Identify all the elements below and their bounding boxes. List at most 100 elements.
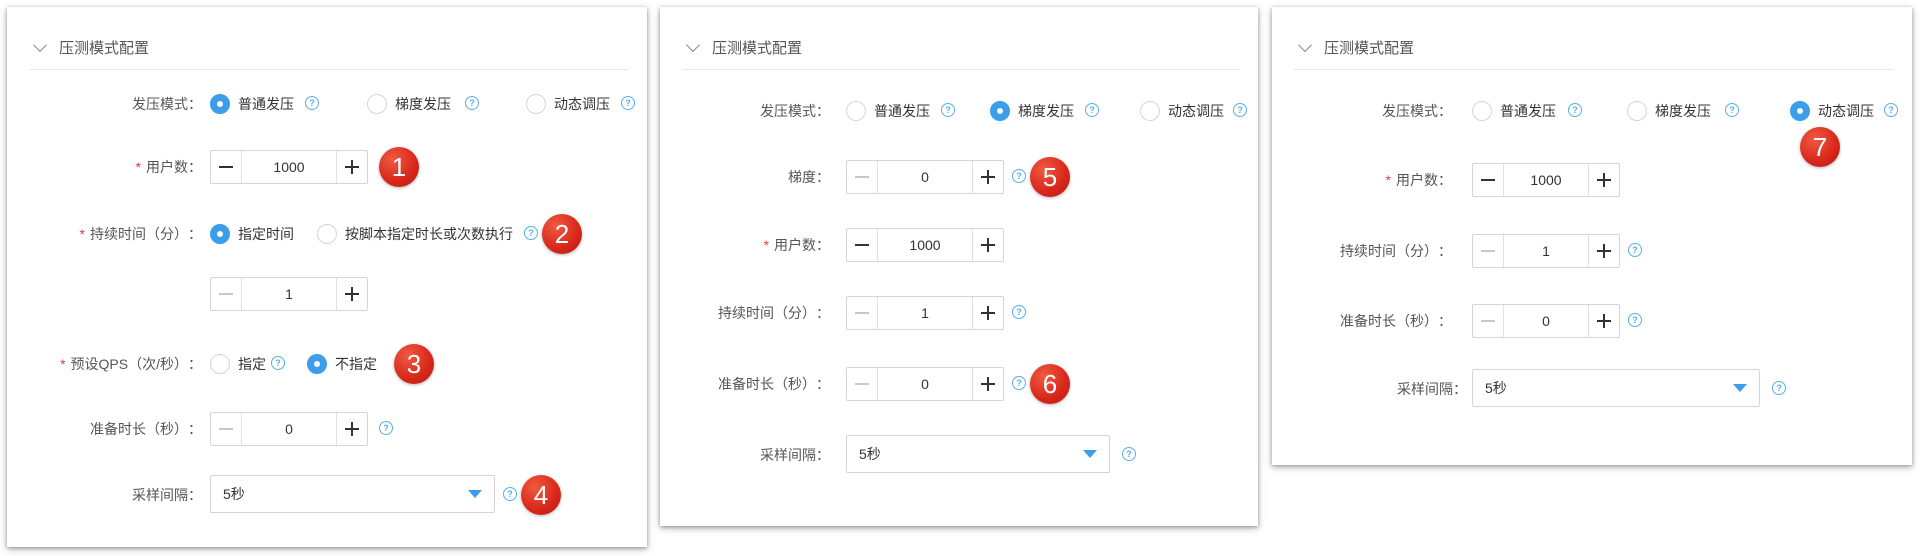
prep-value[interactable]: 0 [1504,305,1588,337]
decrement-button[interactable] [1473,305,1504,337]
mode-normal-option[interactable]: 普通发压 [1472,89,1556,133]
panel-header[interactable]: 压测模式配置 [682,25,1240,70]
decrement-button[interactable] [847,297,878,329]
mode-dynamic-option[interactable]: 动态调压 [1790,89,1874,133]
duration-specified-option[interactable]: 指定时间 [210,212,294,256]
question-circle-icon[interactable]: ? [1772,381,1786,395]
duration-stepper[interactable]: 1 [846,296,1004,330]
decrement-button[interactable] [847,229,878,261]
question-circle-icon[interactable]: ? [941,103,955,117]
increment-button[interactable] [336,413,367,445]
qps-unspecified-radio[interactable] [307,354,327,374]
duration-specified-radio[interactable] [210,224,230,244]
gradient-value[interactable]: 0 [878,161,972,193]
users-stepper[interactable]: 1000 [210,150,368,184]
increment-button[interactable] [972,297,1003,329]
gradient-stepper[interactable]: 0 [846,160,1004,194]
mode-gradient-option[interactable]: 梯度发压 [367,82,451,126]
mode-dynamic-radio[interactable] [1140,101,1160,121]
qps-unspecified-option[interactable]: 不指定 [307,342,377,386]
mode-gradient-radio[interactable] [990,101,1010,121]
chevron-down-icon[interactable] [1297,37,1313,53]
mode-dynamic-option[interactable]: 动态调压 [526,82,610,126]
decrement-button[interactable] [847,161,878,193]
question-circle-icon[interactable]: ? [465,96,479,110]
question-circle-icon[interactable]: ? [1628,313,1642,327]
mode-normal-radio[interactable] [1472,101,1492,121]
increment-button[interactable] [972,229,1003,261]
decrement-button[interactable] [847,368,878,400]
mode-normal-option[interactable]: 普通发压 [846,89,930,133]
duration-value[interactable]: 1 [242,278,336,310]
increment-button[interactable] [972,368,1003,400]
question-circle-icon[interactable]: ? [1012,376,1026,390]
mode-gradient-radio[interactable] [1627,101,1647,121]
mode-normal-radio[interactable] [846,101,866,121]
decrement-button[interactable] [1473,235,1504,267]
duration-stepper[interactable]: 1 [1472,234,1620,268]
question-circle-icon[interactable]: ? [271,356,285,370]
caret-down-icon[interactable] [468,490,482,498]
panel-title: 压测模式配置 [1324,39,1415,57]
increment-button[interactable] [1588,235,1619,267]
increment-button[interactable] [336,151,367,183]
users-value[interactable]: 1000 [1504,164,1588,196]
prep-stepper[interactable]: 0 [210,412,368,446]
mode-normal-radio[interactable] [210,94,230,114]
duration-value[interactable]: 1 [878,297,972,329]
qps-specified-radio[interactable] [210,354,230,374]
panel-header[interactable]: 压测模式配置 [1294,25,1894,70]
duration-value[interactable]: 1 [1504,235,1588,267]
question-circle-icon[interactable]: ? [1628,243,1642,257]
question-circle-icon[interactable]: ? [1568,103,1582,117]
users-value[interactable]: 1000 [242,151,336,183]
mode-gradient-radio[interactable] [367,94,387,114]
increment-button[interactable] [336,278,367,310]
question-circle-icon[interactable]: ? [1012,305,1026,319]
sample-interval-select[interactable]: 5秒 [846,435,1110,473]
chevron-down-icon[interactable] [685,37,701,53]
decrement-button[interactable] [211,151,242,183]
qps-specified-option[interactable]: 指定 [210,342,266,386]
mode-dynamic-radio[interactable] [526,94,546,114]
question-circle-icon[interactable]: ? [503,487,517,501]
decrement-button[interactable] [211,278,242,310]
question-circle-icon[interactable]: ? [1725,103,1739,117]
prep-value[interactable]: 0 [242,413,336,445]
caret-down-icon[interactable] [1733,384,1747,392]
caret-down-icon[interactable] [1083,450,1097,458]
sample-interval-select[interactable]: 5秒 [1472,369,1760,407]
users-stepper[interactable]: 1000 [1472,163,1620,197]
decrement-button[interactable] [211,413,242,445]
question-circle-icon[interactable]: ? [305,96,319,110]
question-circle-icon[interactable]: ? [379,421,393,435]
prep-stepper[interactable]: 0 [1472,304,1620,338]
users-stepper[interactable]: 1000 [846,228,1004,262]
decrement-button[interactable] [1473,164,1504,196]
panel-header[interactable]: 压测模式配置 [29,25,629,70]
question-circle-icon[interactable]: ? [1012,169,1026,183]
mode-dynamic-option[interactable]: 动态调压 [1140,89,1224,133]
users-value[interactable]: 1000 [878,229,972,261]
sample-interval-value: 5秒 [859,446,881,462]
duration-script-option[interactable]: 按脚本指定时长或次数执行 [317,212,513,256]
mode-gradient-option[interactable]: 梯度发压 [1627,89,1711,133]
question-circle-icon[interactable]: ? [1233,103,1247,117]
chevron-down-icon[interactable] [32,37,48,53]
prep-value[interactable]: 0 [878,368,972,400]
mode-gradient-option[interactable]: 梯度发压 [990,89,1074,133]
increment-button[interactable] [1588,305,1619,337]
question-circle-icon[interactable]: ? [1122,447,1136,461]
question-circle-icon[interactable]: ? [1085,103,1099,117]
increment-button[interactable] [972,161,1003,193]
prep-stepper[interactable]: 0 [846,367,1004,401]
question-circle-icon[interactable]: ? [1884,103,1898,117]
mode-normal-option[interactable]: 普通发压 [210,82,294,126]
sample-interval-select[interactable]: 5秒 [210,475,495,513]
duration-script-radio[interactable] [317,224,337,244]
question-circle-icon[interactable]: ? [621,96,635,110]
duration-stepper[interactable]: 1 [210,277,368,311]
mode-dynamic-radio[interactable] [1790,101,1810,121]
question-circle-icon[interactable]: ? [524,226,538,240]
increment-button[interactable] [1588,164,1619,196]
